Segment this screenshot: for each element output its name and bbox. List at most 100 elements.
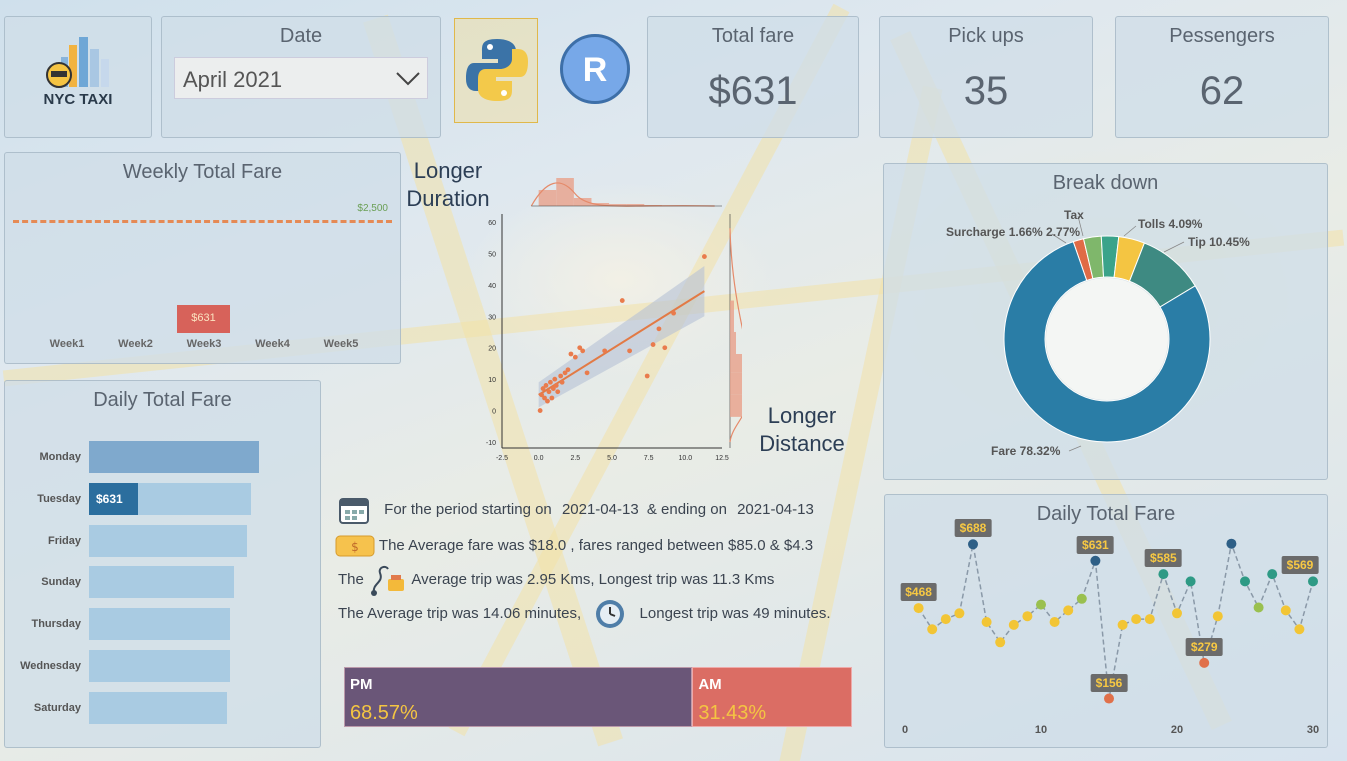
kpi-value: 35 [963,69,1009,113]
day-bar[interactable] [89,691,227,724]
hist-bar [556,178,574,206]
r-button[interactable]: R [560,34,630,104]
week3-data-label: $631 [191,312,216,324]
chevron-down-icon [396,72,420,86]
series-point [1063,605,1074,616]
series-point [1267,569,1278,580]
period-text-b: & ending on [646,500,727,518]
scatter-point [565,367,571,373]
python-logo-icon [466,39,528,101]
fit-line [538,290,705,396]
duration-text-b: Longest trip was 49 minutes. [639,604,831,622]
date-dropdown-value: April 2021 [183,67,283,92]
target-line [13,220,392,223]
date-filter-panel: Date April 2021 [161,16,441,138]
x-tick-label: 2.5 [570,455,580,460]
week-label: Week1 [49,338,85,350]
donut-leader-line [1163,241,1185,253]
scatter-point [555,389,561,395]
calendar-icon [339,498,369,524]
scatter-point [546,389,552,395]
breakdown-donut-chart [1003,215,1211,452]
point-data-label: $156 [1090,673,1128,692]
ampm-bar: PM 68.57% AM 31.43% [344,667,852,727]
summary-line-duration: The Average trip was 14.06 minutes, Long… [338,598,830,630]
fit-ci-band [538,266,705,408]
daily-line-chart: 0 10 20 30 [902,538,1319,736]
day-bar[interactable] [89,566,234,599]
kpi-total-fare: Total fare $631 [647,16,859,138]
series-point [1199,657,1210,668]
summary-line-fare: $ The Average fare was $18.0 , fares ran… [335,534,813,558]
python-button[interactable] [454,18,538,123]
week-label: Week2 [118,338,153,350]
scatter-point [662,345,668,351]
series-point [968,539,978,550]
series-point [913,603,924,614]
y-tick-label: 60 [488,220,496,227]
scatter-point [602,348,608,354]
distance-text-b: Average trip was 2.95 Kms, Longest trip … [411,570,775,588]
scatter-point [644,373,650,379]
series-point [1308,576,1318,587]
x-tick-label: 7.5 [644,455,654,460]
scatter-point [580,348,586,354]
series-point [1144,614,1155,625]
x-tick-label: 12.5 [715,455,729,460]
pm-value: 68.57% [350,702,418,724]
x-tick-label: 0.0 [534,455,544,460]
y-tick-label: 10 [488,377,496,384]
logo-panel: NYC TAXI [4,16,152,138]
scatter-point [572,354,578,360]
date-dropdown[interactable]: April 2021 [174,57,428,99]
donut-leader-line [1123,225,1137,237]
summary-line-distance: The Average trip was 2.95 Kms, Longest t… [338,563,774,597]
y-tick-label: 50 [488,251,496,258]
weekly-fare-panel: Weekly Total Fare $2,500 $631 Week1 Week2… [4,152,401,364]
hist-bar-right [730,372,742,395]
day-bar-data-label: $631 [96,491,123,506]
scatter-point [543,383,549,388]
day-bar[interactable] [89,650,231,682]
day-label: Monday [39,451,81,463]
pm-segment: PM 68.57% [344,667,693,727]
series-point [995,637,1006,648]
scatter-point [584,370,590,376]
summary-line-period: For the period starting on 2021-04-13 & … [338,495,814,525]
hist-bar-right [730,354,742,373]
week-label: Week5 [323,338,359,350]
day-label: Wednesday [20,660,81,672]
kpi-passengers: Pessengers 62 [1115,16,1329,138]
day-bar[interactable] [89,524,248,557]
donut-hole [1046,278,1168,400]
period-text-a: For the period starting on [384,500,552,518]
date-filter-title: Date [279,25,323,47]
series-point [1185,576,1196,587]
series-point [1104,693,1114,704]
label-longer-2: Longer [767,403,837,428]
scatter-point [552,376,558,382]
period-start: 2021-04-13 [561,500,639,518]
fare-summary-text: The Average fare was $18.0 , fares range… [378,536,814,554]
series-point [1240,576,1250,587]
label-longer-distance: Longer Distance [758,402,846,458]
day-bar[interactable] [89,608,231,641]
duration-text-a: The Average trip was 14.06 minutes, [338,604,582,622]
scatter-point [545,398,550,404]
point-data-label: $468 [900,583,937,602]
donut-label-tip: Tip 10.45% [1188,235,1250,249]
x-tick-label: 0 [902,724,908,736]
week-label: Week4 [255,338,290,350]
point-data-label: $631 [1077,535,1114,554]
day-bar[interactable] [89,441,259,473]
kpi-value: 62 [1199,69,1245,113]
y-tick-label: -10 [486,440,496,447]
period-end: 2021-04-13 [737,500,814,518]
scatter-point [702,254,707,259]
week-label: Week3 [186,338,222,350]
taxi-skyline-icon [46,37,109,88]
day-label: Saturday [33,701,81,714]
am-value: 31.43% [698,702,767,724]
x-tick-label: 30 [1307,724,1319,736]
clock-icon [596,600,625,628]
